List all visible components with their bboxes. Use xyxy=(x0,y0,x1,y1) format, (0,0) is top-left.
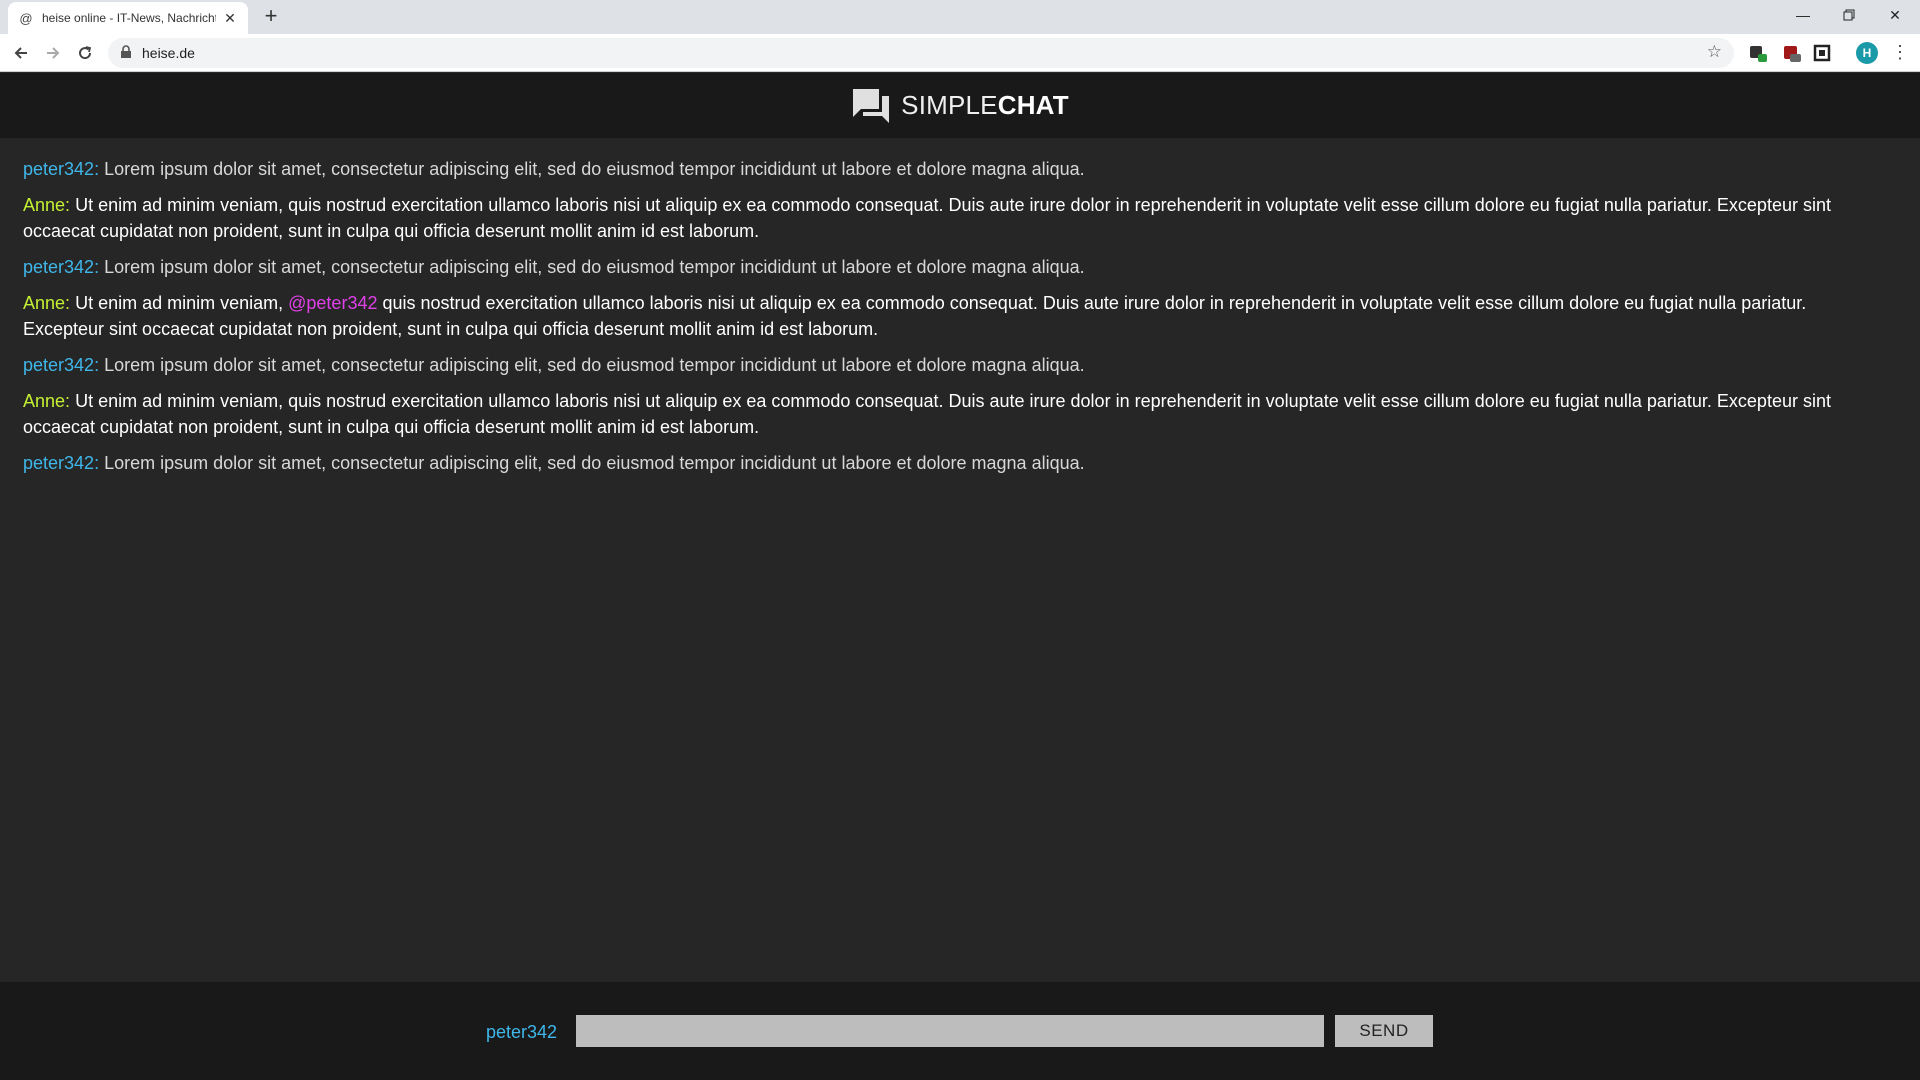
tab-favicon-icon: @ xyxy=(19,10,33,26)
menu-kebab-icon[interactable]: ⋮ xyxy=(1890,42,1910,64)
current-username: peter342 xyxy=(486,1022,558,1042)
tab-title: heise online - IT-News, Nachrichten xyxy=(42,11,216,25)
browser-tab[interactable]: @ heise online - IT-News, Nachrichten ✕ xyxy=(8,2,248,34)
tab-close-icon[interactable]: ✕ xyxy=(222,10,238,27)
message-author[interactable]: Anne: xyxy=(23,195,70,215)
message-author[interactable]: Anne: xyxy=(23,391,70,411)
chat-bubbles-icon xyxy=(853,88,890,123)
send-button[interactable]: SEND xyxy=(1335,1015,1433,1047)
message-text: Lorem ipsum dolor sit amet, consectetur … xyxy=(99,355,1085,375)
message-input[interactable] xyxy=(576,1015,1324,1047)
message-author[interactable]: peter342: xyxy=(23,453,99,473)
app-header: SIMPLECHAT xyxy=(0,73,1920,138)
browser-tab-bar: @ heise online - IT-News, Nachrichten ✕ … xyxy=(0,0,1920,34)
extension-icon-3[interactable] xyxy=(1812,43,1832,63)
message-text: Lorem ipsum dolor sit amet, consectetur … xyxy=(99,257,1085,277)
message-text: Ut enim ad minim veniam, quis nostrud ex… xyxy=(23,195,1831,241)
forward-arrow-icon[interactable] xyxy=(40,40,66,66)
message-text: Lorem ipsum dolor sit amet, consectetur … xyxy=(99,159,1085,179)
message-item: peter342: Lorem ipsum dolor sit amet, co… xyxy=(23,254,1873,280)
profile-avatar[interactable]: H xyxy=(1856,42,1878,64)
message-text: Lorem ipsum dolor sit amet, consectetur … xyxy=(99,453,1085,473)
app-logo: SIMPLECHAT xyxy=(901,90,1069,121)
composer-bar: peter342 SEND xyxy=(0,982,1920,1080)
address-bar[interactable]: heise.de ☆ xyxy=(108,38,1734,68)
message-item: Anne: Ut enim ad minim veniam, @peter342… xyxy=(23,290,1873,342)
message-author[interactable]: peter342: xyxy=(23,159,99,179)
back-arrow-icon[interactable] xyxy=(8,40,34,66)
reload-icon[interactable] xyxy=(72,40,98,66)
logo-bold: CHAT xyxy=(997,90,1069,120)
message-item: peter342: Lorem ipsum dolor sit amet, co… xyxy=(23,156,1873,182)
minimize-button[interactable]: — xyxy=(1780,0,1826,30)
message-author[interactable]: peter342: xyxy=(23,257,99,277)
extension-icon-2[interactable] xyxy=(1782,43,1802,63)
restore-button[interactable] xyxy=(1826,0,1872,30)
message-item: peter342: Lorem ipsum dolor sit amet, co… xyxy=(23,352,1873,378)
message-text-before: Ut enim ad minim veniam, xyxy=(70,293,289,313)
close-window-button[interactable]: ✕ xyxy=(1872,0,1918,30)
new-tab-button[interactable]: + xyxy=(260,5,282,28)
message-item: Anne: Ut enim ad minim veniam, quis nost… xyxy=(23,388,1873,440)
message-item: Anne: Ut enim ad minim veniam, quis nost… xyxy=(23,192,1873,244)
message-list: peter342: Lorem ipsum dolor sit amet, co… xyxy=(0,138,1920,982)
message-author[interactable]: Anne: xyxy=(23,293,70,313)
star-icon[interactable]: ☆ xyxy=(1707,42,1722,62)
user-mention[interactable]: @peter342 xyxy=(288,293,377,313)
logo-light: SIMPLE xyxy=(901,90,998,120)
extension-icon-1[interactable] xyxy=(1748,43,1768,63)
message-author[interactable]: peter342: xyxy=(23,355,99,375)
lock-icon xyxy=(120,45,134,61)
url-text: heise.de xyxy=(142,45,195,61)
message-item: peter342: Lorem ipsum dolor sit amet, co… xyxy=(23,450,1873,476)
message-text: Ut enim ad minim veniam, quis nostrud ex… xyxy=(23,391,1831,437)
browser-toolbar: heise.de ☆ H ⋮ xyxy=(0,34,1920,72)
